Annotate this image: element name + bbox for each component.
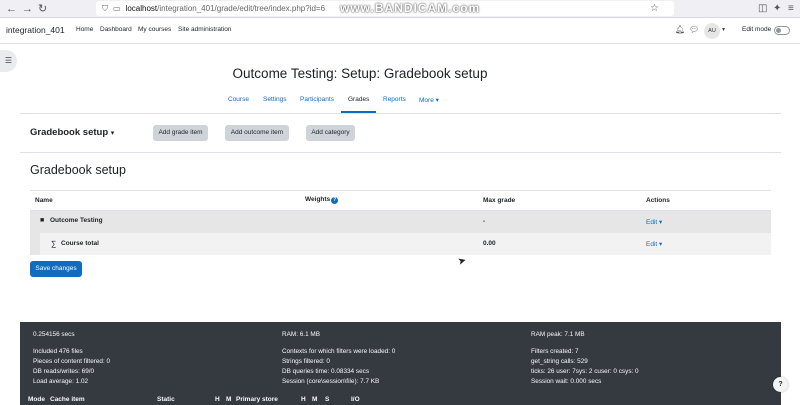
url-host: localhost [125, 4, 158, 13]
help-button[interactable]: ? [773, 377, 788, 392]
edit-mode-label: Edit mode [742, 26, 772, 33]
table-row: ■ Outcome Testing - Edit ▾ [30, 211, 771, 233]
perf-ticks: ticks: 26 user: 7sys: 2 cuser: 0 csys: 0 [531, 368, 639, 375]
divider [20, 113, 781, 114]
cache-col-header: Cache item [50, 396, 85, 403]
col-weights-header: Weights? [305, 196, 339, 204]
col-max-grade-header: Max grade [483, 197, 516, 204]
edit-label: Edit [646, 219, 658, 226]
col-name-header: Name [35, 197, 53, 204]
col-weights-label: Weights [305, 196, 331, 203]
perf-session-wait: Session wait: 0.000 secs [531, 378, 602, 385]
url-path: /integration_401/grade/edit/tree/index.p… [157, 4, 326, 13]
chevron-down-icon: ▾ [110, 130, 115, 137]
mouse-cursor-icon: ➤ [456, 255, 468, 268]
add-category-button[interactable]: Add category [306, 125, 355, 141]
max-grade-value: 0.00 [483, 240, 496, 247]
perf-files: Included 476 files [33, 348, 83, 355]
sigma-icon: ∑ [51, 239, 57, 248]
add-grade-item-button[interactable]: Add grade item [153, 125, 208, 141]
cache-col-header: Primary store [236, 396, 278, 403]
menu-icon[interactable]: ≡ [788, 3, 794, 14]
browser-toolbar: ← → ↻ ⛉ ▭ localhost/integration_401/grade/… [0, 0, 800, 18]
perf-session: Session (core\session\file): 7.7 KB [282, 378, 380, 385]
perf-db-rw: DB reads/writes: 69/0 [33, 368, 95, 375]
user-avatar[interactable]: AU [704, 23, 720, 39]
edit-menu-link[interactable]: Edit ▾ [646, 218, 662, 226]
primary-navbar: integration_401 Home Dashboard My course… [0, 18, 800, 44]
cache-col-header: I/O [351, 396, 360, 403]
folder-icon: ■ [40, 217, 45, 224]
cache-col-header: H [215, 396, 220, 403]
perf-ram: RAM: 6.1 MB [282, 331, 320, 338]
bandicam-watermark: www.BANDICAM.com [340, 1, 481, 15]
tab-settings[interactable]: Settings [263, 96, 287, 103]
cache-col-header: M [226, 396, 232, 403]
forward-icon[interactable]: → [22, 2, 33, 16]
perf-strings: Strings filtered: 0 [282, 358, 330, 365]
help-icon[interactable]: ? [331, 197, 339, 204]
nav-dashboard[interactable]: Dashboard [100, 26, 132, 33]
cache-col-header: Static [157, 396, 175, 403]
max-grade-value: - [483, 218, 486, 225]
edit-label: Edit [646, 241, 658, 248]
page-title: Outcome Testing: Setup: Gradebook setup [232, 66, 488, 81]
perf-contexts: Contexts for which filters were loaded: … [282, 348, 396, 355]
perf-get-string: get_string calls: 529 [531, 358, 588, 365]
perf-ram-peak: RAM peak: 7.1 MB [531, 331, 585, 338]
edit-mode-toggle[interactable] [774, 26, 790, 35]
messages-icon[interactable]: 💬︎ [689, 25, 699, 34]
save-changes-button[interactable]: Save changes [30, 261, 82, 277]
cache-col-header: H [301, 396, 306, 403]
course-total-name: Course total [61, 240, 99, 247]
shield-icon: ⛉ [102, 4, 108, 13]
perf-load: Load average: 1.02 [33, 378, 89, 385]
pocket-icon[interactable]: ◫ [758, 3, 767, 14]
tab-reports[interactable]: Reports [383, 96, 406, 103]
extensions-icon[interactable]: ✦ [773, 3, 781, 14]
tab-participants[interactable]: Participants [300, 96, 334, 103]
perf-db-time: DB queries time: 0.08334 secs [282, 368, 370, 375]
cache-col-header: S [325, 396, 330, 403]
cache-col-header: Mode [28, 396, 45, 403]
add-outcome-item-button[interactable]: Add outcome item [225, 125, 289, 141]
tab-more[interactable]: More ▾ [419, 96, 439, 104]
perf-filters-created: Filters created: 7 [531, 348, 579, 355]
category-name: Outcome Testing [50, 217, 103, 224]
edit-menu-link[interactable]: Edit ▾ [646, 240, 662, 248]
nav-site-administration[interactable]: Site administration [178, 26, 231, 33]
perf-time: 0.254156 secs [33, 331, 75, 338]
bookmark-star-icon[interactable]: ☆ [650, 3, 659, 14]
cache-col-header: M [312, 396, 318, 403]
back-icon[interactable]: ← [6, 2, 17, 16]
performance-footer: 0.254156 secs Included 476 files Pieces … [20, 322, 781, 405]
notifications-bell-icon[interactable]: 🔔︎ [675, 25, 685, 34]
chevron-down-icon: ▾ [659, 241, 663, 248]
reload-icon[interactable]: ↻ [38, 2, 47, 16]
nav-home[interactable]: Home [76, 26, 93, 33]
chevron-down-icon[interactable]: ▾ [722, 26, 725, 33]
section-heading: Gradebook setup [30, 163, 126, 177]
gradebook-page-selector[interactable]: Gradebook setup ▾ [30, 127, 114, 138]
table-header: Name Weights? Max grade Actions [30, 190, 771, 211]
divider [20, 152, 781, 153]
tab-more-label: More [419, 97, 434, 104]
perf-filtered: Pieces of content filtered: 0 [33, 358, 111, 365]
list-icon: ☰ [4, 56, 13, 65]
chevron-down-icon: ▾ [659, 219, 663, 226]
tab-grades[interactable]: Grades [348, 96, 369, 103]
site-name[interactable]: integration_401 [6, 25, 65, 35]
col-actions-header: Actions [646, 197, 670, 204]
tab-course[interactable]: Course [228, 96, 249, 103]
nav-my-courses[interactable]: My courses [138, 26, 171, 33]
gradebook-selector-label: Gradebook setup [30, 127, 109, 138]
table-row: ∑ Course total 0.00 Edit ▾ [30, 233, 771, 255]
chevron-down-icon: ▾ [435, 97, 439, 104]
page-icon: ▭ [113, 4, 121, 13]
